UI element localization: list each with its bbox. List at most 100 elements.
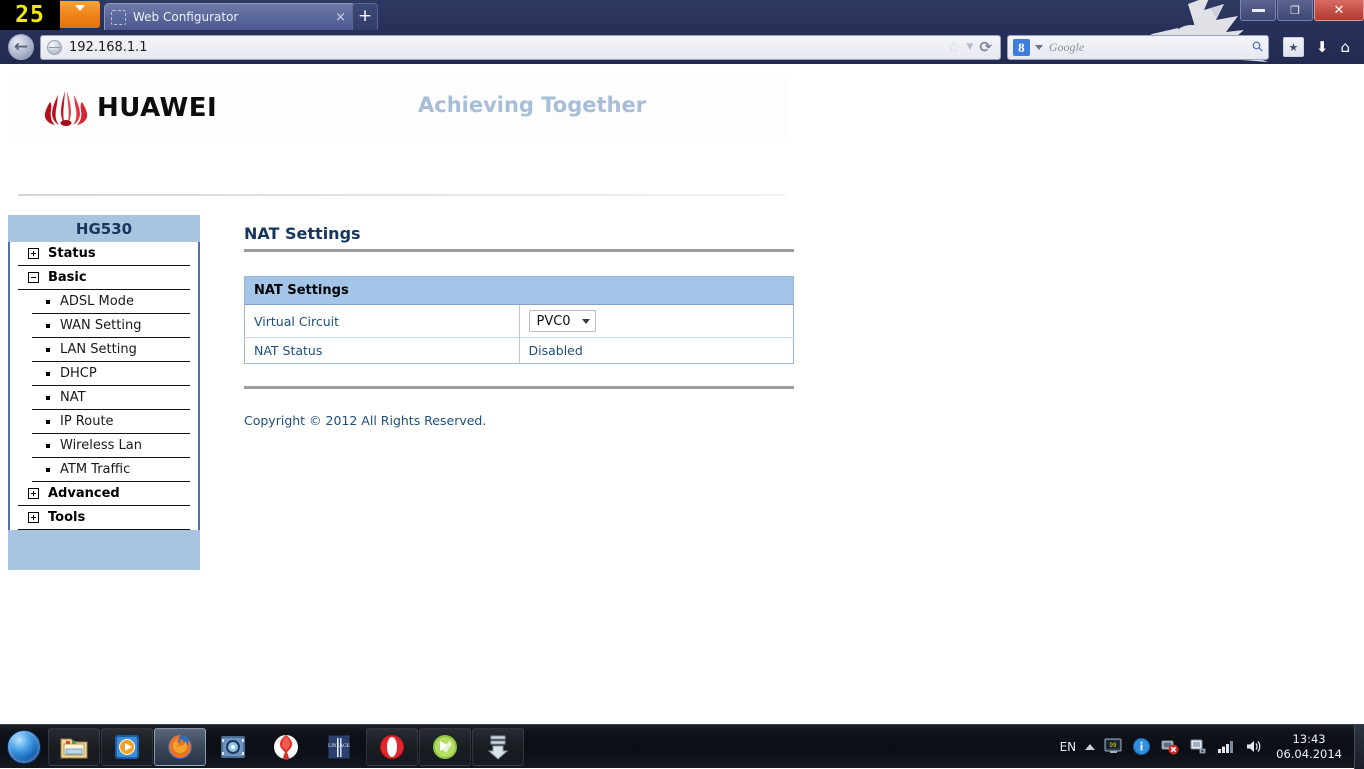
bullet-icon <box>46 347 50 352</box>
signal-bars-icon[interactable] <box>1216 737 1235 756</box>
back-button[interactable]: ← <box>6 33 36 61</box>
tab-strip: 25 Web Configurator × + ❐ ✕ <box>0 0 1364 30</box>
bookmarks-star-icon[interactable]: ★ <box>1282 37 1304 57</box>
address-bar[interactable]: 192.168.1.1 ☆ ▼ ⟳ <box>40 34 1001 60</box>
sidebar-item-nat[interactable]: NAT <box>32 386 190 410</box>
url-text: 192.168.1.1 <box>69 39 148 55</box>
bullet-icon <box>46 467 50 472</box>
chevron-down-icon[interactable] <box>1034 44 1043 50</box>
bullet-icon <box>46 443 50 448</box>
logo-number: 25 <box>15 1 45 28</box>
green-app-icon <box>433 734 457 759</box>
address-bar-actions: ☆ ▼ ⟳ <box>947 38 994 56</box>
huawei-header: HUAWEI Achieving Together <box>8 73 786 139</box>
tab-title: Web Configurator <box>133 10 239 24</box>
restore-button[interactable]: ❐ <box>1277 0 1313 21</box>
back-arrow-icon: ← <box>8 34 34 60</box>
svg-text:LINEAGE: LINEAGE <box>328 744 350 749</box>
search-input[interactable]: Google <box>1049 40 1253 55</box>
globe-icon <box>47 39 62 55</box>
sidebar-item-dhcp[interactable]: DHCP <box>32 362 190 386</box>
taskbar-item-yandex[interactable] <box>260 728 312 766</box>
taskbar-item-lineage[interactable]: LINEAGE <box>313 728 365 766</box>
sidebar-body: Status Basic ADSL Mode WAN Setting LAN S… <box>8 242 200 530</box>
home-icon[interactable]: ⌂ <box>1340 39 1350 55</box>
row-label-virtual-circuit: Virtual Circuit <box>244 304 520 338</box>
system-tray: EN 99 13:43 06.04.2014 <box>1060 725 1354 769</box>
close-window-button[interactable]: ✕ <box>1314 0 1364 21</box>
bullet-icon <box>46 323 50 328</box>
minimize-icon <box>1251 8 1265 12</box>
sidebar-item-label: ADSL Mode <box>60 294 134 309</box>
sidebar-group-label: Tools <box>48 510 86 525</box>
browser-chrome: 25 Web Configurator × + ❐ ✕ ← 192.168.1.… <box>0 0 1364 64</box>
table-row: NAT Status Disabled <box>244 337 794 364</box>
sidebar-item-label: NAT <box>60 390 86 405</box>
sidebar-group-advanced[interactable]: Advanced <box>18 482 190 506</box>
kmplayer-icon <box>221 735 245 758</box>
sidebar-group-status[interactable]: Status <box>18 242 190 266</box>
tab-favicon-icon <box>111 9 126 25</box>
taskbar-item-km-player[interactable] <box>207 728 259 766</box>
firefox-icon <box>168 734 192 759</box>
taskbar-buttons: LINEAGE <box>48 727 524 766</box>
sidebar-group-label: Basic <box>48 270 87 285</box>
volume-icon[interactable] <box>1244 737 1263 756</box>
browser-toolbar-icons: ★ ⬇ ⌂ <box>1269 37 1358 57</box>
safely-remove-icon[interactable] <box>1188 737 1207 756</box>
minimize-button[interactable] <box>1240 0 1276 21</box>
sidebar-item-adsl-mode[interactable]: ADSL Mode <box>32 290 190 314</box>
reload-icon[interactable]: ⟳ <box>979 38 992 56</box>
sidebar-group-label: Advanced <box>48 486 120 501</box>
chevron-up-icon[interactable] <box>1085 743 1096 750</box>
new-tab-button[interactable]: + <box>352 3 378 30</box>
taskbar-item-downloader[interactable] <box>472 727 524 766</box>
caret-down-icon <box>75 5 85 11</box>
sidebar-item-ip-route[interactable]: IP Route <box>32 410 190 434</box>
taskbar-item-media-player[interactable] <box>101 727 153 766</box>
search-bar[interactable]: 8 Google ⚲ <box>1006 34 1269 60</box>
sidebar-item-label: LAN Setting <box>60 342 137 357</box>
action-center-info-icon[interactable] <box>1132 737 1151 756</box>
huawei-flower-logo <box>44 91 88 126</box>
network-error-icon[interactable] <box>1160 737 1179 756</box>
minus-box-icon[interactable] <box>28 272 39 283</box>
taskbar-item-explorer[interactable] <box>48 727 100 766</box>
sidebar-group-basic[interactable]: Basic <box>18 266 190 290</box>
taskbar-item-firefox[interactable] <box>154 727 206 766</box>
sidebar-group-tools[interactable]: Tools <box>18 506 190 530</box>
sidebar-item-atm-traffic[interactable]: ATM Traffic <box>32 458 190 482</box>
browser-tab[interactable]: Web Configurator × <box>104 3 356 30</box>
bullet-icon <box>46 371 50 376</box>
show-desktop-button[interactable] <box>1354 724 1364 769</box>
nat-settings-table: NAT Settings Virtual Circuit PVC0 NAT St… <box>244 276 794 364</box>
firefox-menu-button[interactable] <box>60 1 100 28</box>
download-arrow-icon <box>487 735 509 760</box>
start-orb-icon <box>7 729 41 764</box>
virtual-circuit-select[interactable]: PVC0 <box>528 310 596 332</box>
bullet-icon <box>46 299 50 304</box>
plus-box-icon[interactable] <box>28 248 39 259</box>
sidebar-item-wireless-lan[interactable]: Wireless Lan <box>32 434 190 458</box>
plus-box-icon[interactable] <box>28 488 39 499</box>
star-icon[interactable]: ☆ <box>947 38 960 56</box>
row-label-nat-status: NAT Status <box>244 337 520 364</box>
bullet-icon <box>46 395 50 400</box>
start-button[interactable] <box>4 728 44 766</box>
virtual-circuit-value: PVC0 <box>536 313 571 329</box>
clock[interactable]: 13:43 06.04.2014 <box>1272 732 1350 762</box>
taskbar-item-opera[interactable] <box>366 727 418 766</box>
chevron-down-icon[interactable]: ▼ <box>966 42 973 52</box>
plus-box-icon[interactable] <box>28 512 39 523</box>
download-arrow-icon[interactable]: ⬇ <box>1316 39 1329 55</box>
row-value-nat-status: Disabled <box>519 337 794 364</box>
opera-icon <box>380 734 404 759</box>
header-divider <box>18 194 786 196</box>
language-indicator[interactable]: EN <box>1060 740 1077 754</box>
sidebar-item-wan-setting[interactable]: WAN Setting <box>32 314 190 338</box>
clock-date: 06.04.2014 <box>1276 746 1342 761</box>
taskbar-item-utorrent[interactable] <box>419 727 471 766</box>
monitor-99-icon[interactable]: 99 <box>1104 737 1123 756</box>
tab-close-icon[interactable]: × <box>332 10 349 25</box>
sidebar-item-lan-setting[interactable]: LAN Setting <box>32 338 190 362</box>
